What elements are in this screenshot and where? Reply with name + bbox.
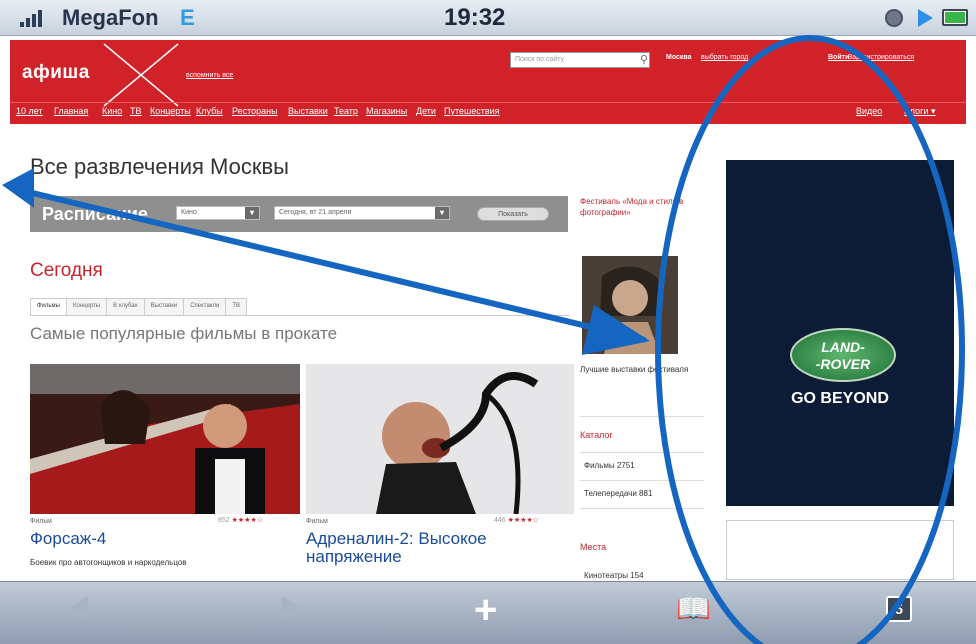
- tab-films[interactable]: Фильмы: [30, 298, 67, 315]
- divider: [580, 452, 704, 453]
- tab-concerts[interactable]: Концерты: [65, 298, 108, 315]
- play-icon: [918, 9, 933, 27]
- movie-genre: Фильм: [306, 518, 328, 525]
- back-icon[interactable]: [70, 596, 88, 620]
- nav-item[interactable]: Концерты: [150, 106, 191, 116]
- divider: [580, 508, 704, 509]
- catalog-tv-link[interactable]: Телепередачи 881: [584, 488, 652, 499]
- afisha-header: афиша вспомнить все Поиск по сайту ⚲ Мос…: [10, 40, 966, 124]
- ad-placeholder: [726, 520, 954, 580]
- places-cinemas-link[interactable]: Кинотеатры 154: [584, 570, 644, 581]
- divider: [580, 416, 704, 417]
- nav-item[interactable]: Рестораны: [232, 106, 278, 116]
- choose-city-link[interactable]: выбрать город: [701, 54, 748, 61]
- page-content: Все развлечения Москвы Расписание Кино ▾ …: [10, 124, 966, 581]
- date-select[interactable]: Сегодня, вт 21 апреля ▾: [274, 206, 450, 220]
- today-heading: Сегодня: [30, 260, 103, 281]
- movie-rating: 446 ★★★★☆: [494, 517, 540, 524]
- movie-title[interactable]: Адреналин-2: Высокое напряжение: [306, 530, 536, 566]
- movie-genre: Фильм: [30, 518, 52, 525]
- festival-link[interactable]: Фестиваль «Мода и стиль в фотографии»: [580, 196, 704, 218]
- nav-item[interactable]: Выставки: [288, 106, 328, 116]
- tab-tv[interactable]: ТВ: [225, 298, 248, 315]
- pages-icon[interactable]: 5: [886, 596, 912, 622]
- movie-poster[interactable]: [306, 364, 574, 514]
- nav-item[interactable]: Блоги ▾: [904, 106, 936, 117]
- remember-link[interactable]: вспомнить все: [186, 72, 233, 79]
- category-select[interactable]: Кино ▾: [176, 206, 260, 220]
- nav-item[interactable]: Путешествия: [444, 106, 500, 116]
- nav-item[interactable]: Дети: [416, 106, 436, 116]
- land-rover-logo: LAND- -ROVER: [790, 328, 896, 382]
- status-bar: MegaFon E 19:32: [0, 0, 976, 36]
- festival-photo[interactable]: [582, 256, 678, 354]
- tab-exhibitions[interactable]: Выставки: [143, 298, 185, 315]
- nav-item[interactable]: ТВ: [130, 106, 142, 116]
- nav-item[interactable]: Клубы: [196, 106, 223, 116]
- best-exhibitions-text[interactable]: Лучшие выставки фестиваля: [580, 364, 704, 375]
- browser-toolbar: + 📖 5: [0, 581, 976, 644]
- schedule-label: Расписание: [42, 204, 148, 224]
- movie-title[interactable]: Форсаж-4: [30, 530, 270, 548]
- chevron-down-icon: ▾: [435, 207, 449, 219]
- ad-tagline: GO BEYOND: [791, 390, 889, 407]
- nav-item[interactable]: Видео: [856, 106, 882, 116]
- chevron-down-icon: ▾: [245, 207, 259, 219]
- popular-heading: Самые популярные фильмы в прокате: [30, 324, 338, 343]
- movie-description: Боевик про автогонщиков и наркодельцов: [30, 558, 187, 567]
- places-heading: Места: [580, 542, 607, 552]
- carrier-name: MegaFon: [62, 5, 159, 30]
- alarm-icon: [885, 9, 903, 27]
- logo-x-icon: [103, 43, 179, 107]
- movie-poster[interactable]: [30, 364, 300, 514]
- main-nav: 10 лет Главная Кино ТВ Концерты Клубы Ре…: [10, 102, 966, 120]
- divider: [580, 480, 704, 481]
- bookmarks-icon[interactable]: 📖: [676, 592, 711, 625]
- search-input[interactable]: Поиск по сайту: [510, 52, 650, 68]
- tab-shows[interactable]: Спектакли: [183, 298, 227, 315]
- signal-icon: [20, 10, 42, 27]
- nav-item[interactable]: Магазины: [366, 106, 407, 116]
- login-link[interactable]: Войти: [828, 54, 849, 61]
- register-link[interactable]: Зарегистрироваться: [848, 54, 914, 61]
- banner-ad[interactable]: LAND- -ROVER GO BEYOND: [726, 160, 954, 506]
- city-label: Москва: [666, 54, 692, 61]
- add-bookmark-icon[interactable]: +: [474, 590, 497, 630]
- movie-rating: 852 ★★★★☆: [218, 517, 264, 524]
- tab-clubs[interactable]: В клубах: [106, 298, 145, 315]
- category-tabs: Фильмы Концерты В клубах Выставки Спекта…: [30, 298, 570, 316]
- show-button[interactable]: Показать: [477, 207, 549, 221]
- page-title: Все развлечения Москвы: [30, 154, 289, 179]
- forward-icon[interactable]: [282, 596, 300, 620]
- catalog-films-link[interactable]: Фильмы 2751: [584, 460, 635, 471]
- nav-item[interactable]: Кино: [102, 106, 122, 116]
- clock-time: 19:32: [444, 4, 506, 31]
- nav-item[interactable]: 10 лет: [16, 106, 43, 116]
- nav-item[interactable]: Главная: [54, 106, 88, 116]
- schedule-bar: Расписание Кино ▾ Сегодня, вт 21 апреля ▾ …: [30, 196, 568, 232]
- nav-item[interactable]: Театр: [334, 106, 358, 116]
- search-icon[interactable]: ⚲: [640, 53, 648, 66]
- network-type: E: [180, 5, 195, 30]
- catalog-heading: Каталог: [580, 430, 613, 440]
- afisha-logo[interactable]: афиша: [22, 62, 90, 84]
- battery-icon: [942, 9, 968, 26]
